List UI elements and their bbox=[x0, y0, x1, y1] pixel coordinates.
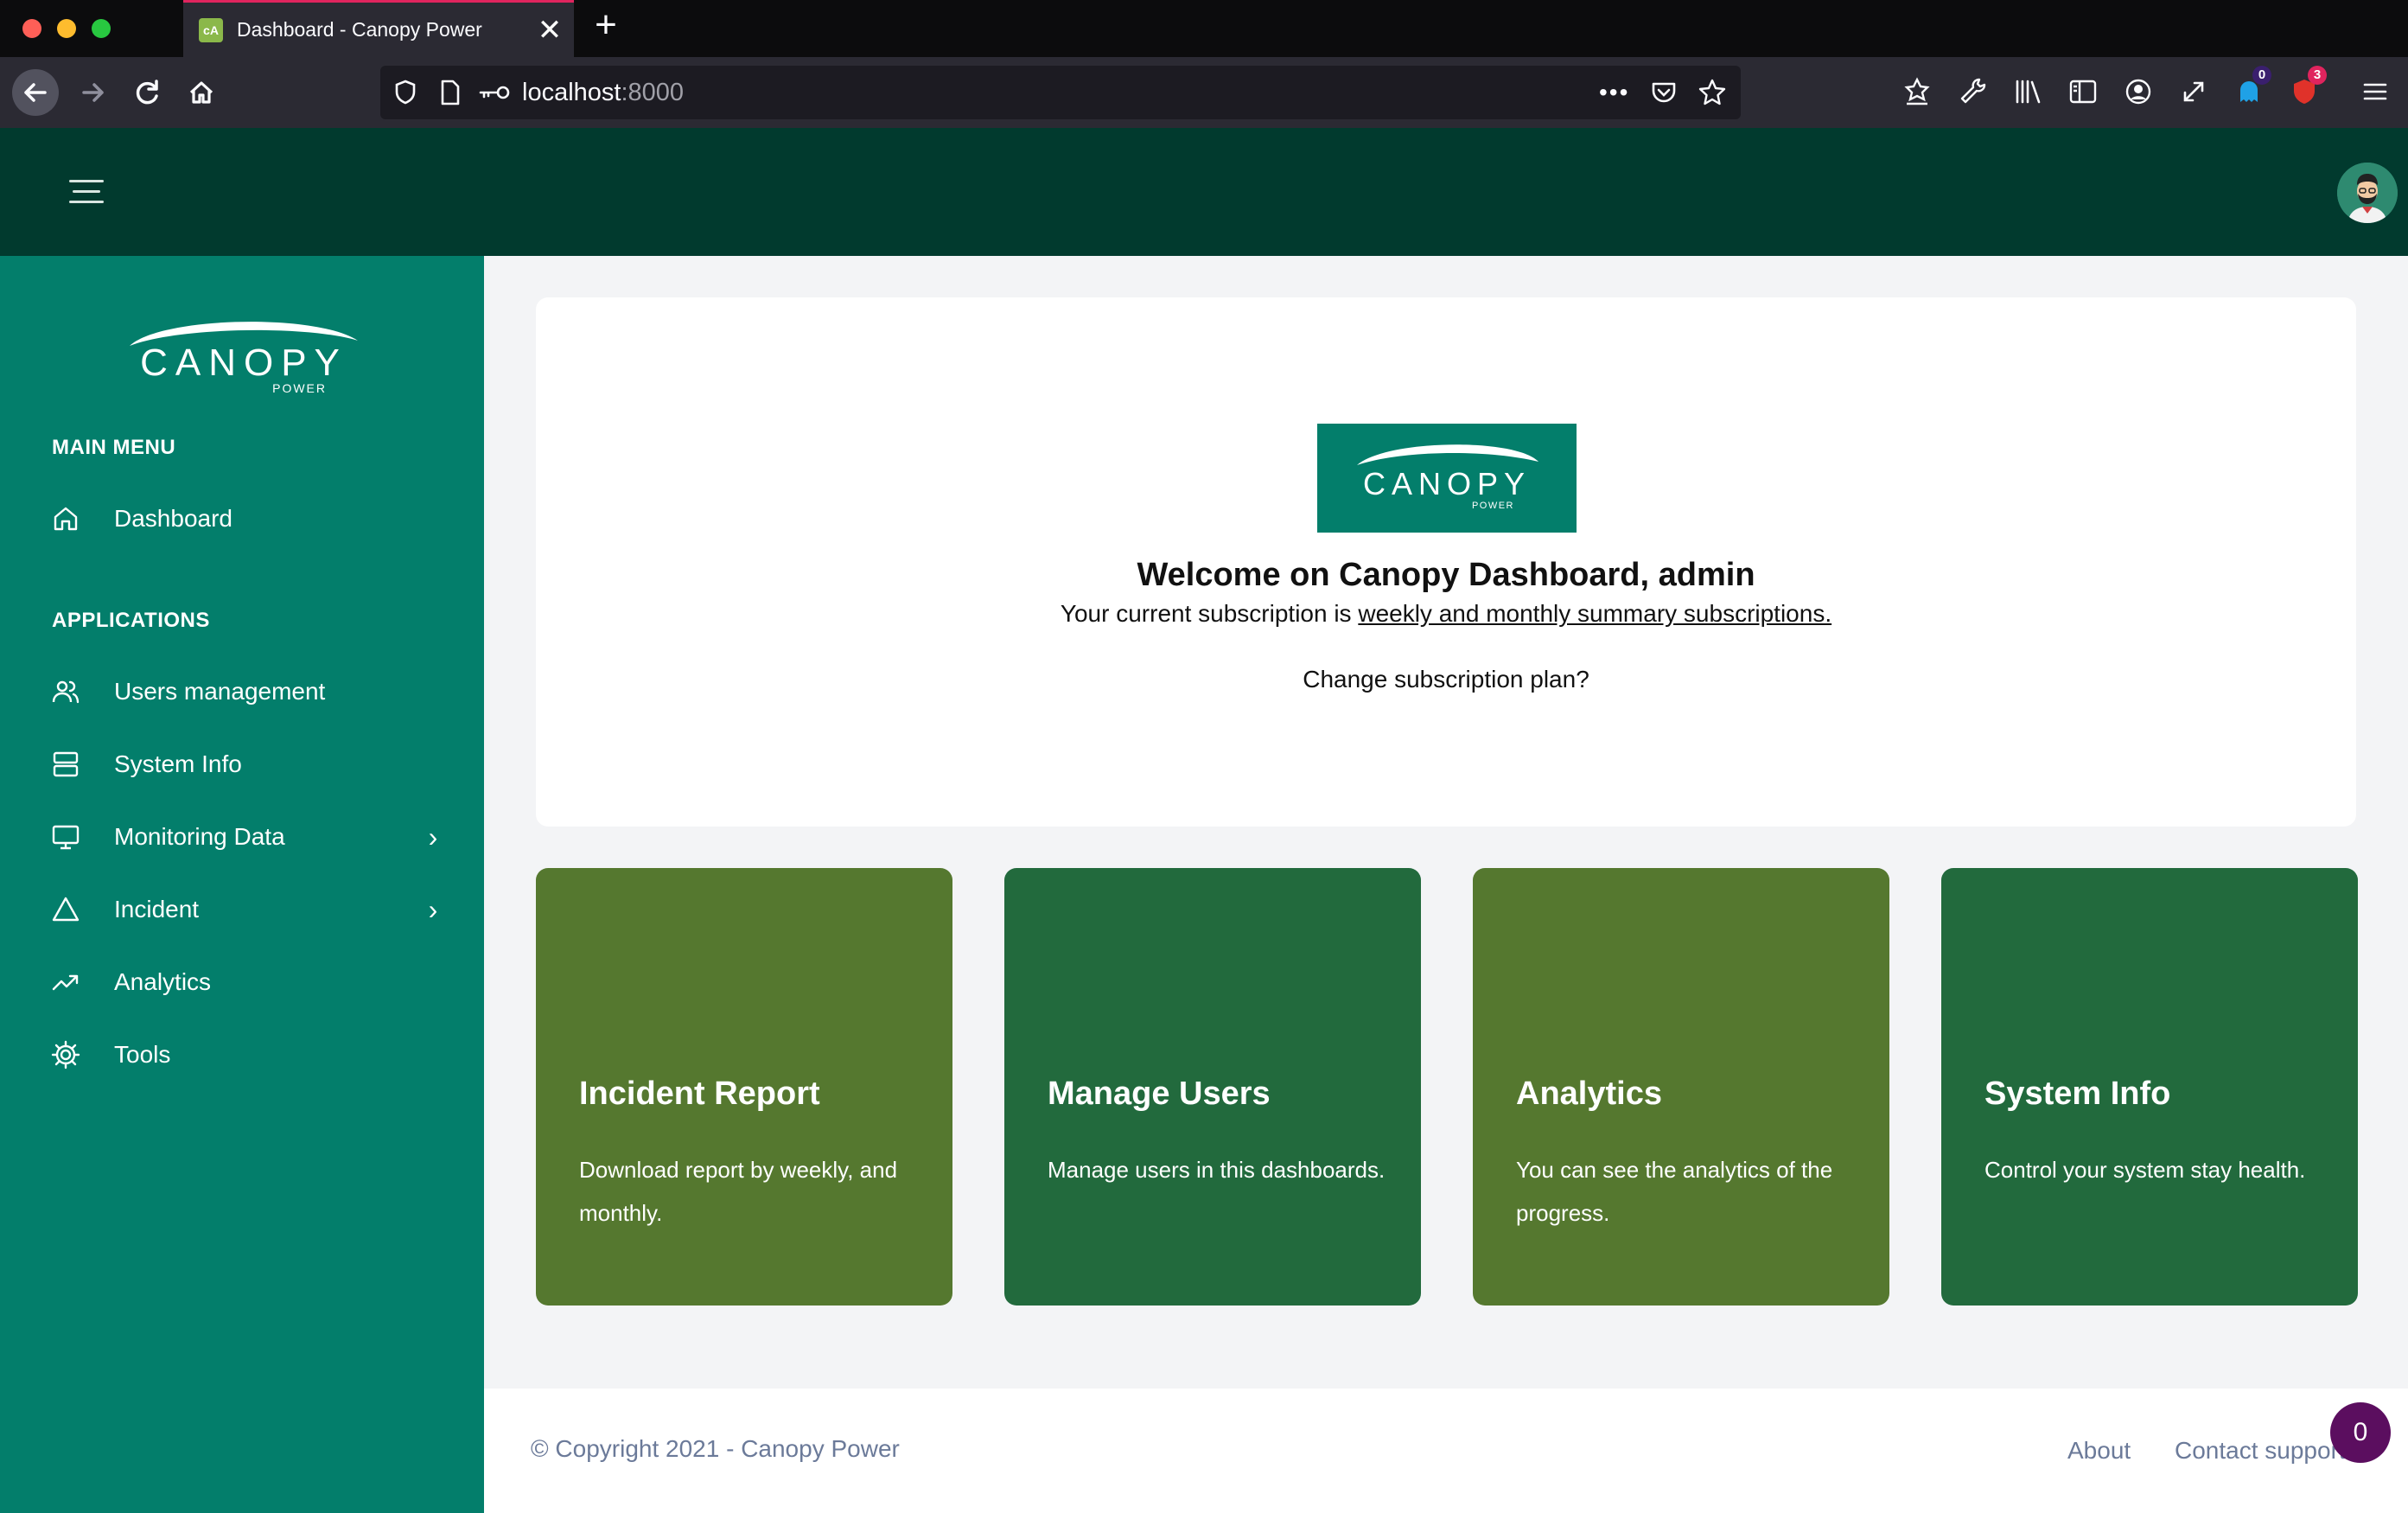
trending-icon bbox=[48, 965, 83, 999]
contact-support-link[interactable]: Contact support bbox=[2175, 1437, 2346, 1465]
account-icon[interactable] bbox=[2119, 74, 2157, 118]
monitor-icon bbox=[48, 820, 83, 854]
main-content: CANOPY POWER Welcome on Canopy Dashboard… bbox=[484, 256, 2408, 1513]
reload-icon bbox=[136, 80, 158, 105]
sidebar-item-label: Analytics bbox=[114, 968, 212, 995]
applications-heading: APPLICATIONS bbox=[52, 609, 210, 632]
new-tab-button[interactable]: + bbox=[584, 3, 627, 47]
card-title: System Info bbox=[1984, 1076, 2171, 1112]
sidebar-toggle-icon[interactable] bbox=[2064, 74, 2102, 118]
extension-shield-icon[interactable]: 3 bbox=[2285, 66, 2327, 118]
main-menu-heading: MAIN MENU bbox=[52, 436, 176, 459]
chevron-right-icon[interactable]: › bbox=[420, 821, 446, 853]
users-icon bbox=[48, 674, 83, 709]
chat-widget-button[interactable]: 0 bbox=[2330, 1402, 2391, 1463]
card-incident-report[interactable]: Incident Report Download report by weekl… bbox=[536, 868, 952, 1306]
sidebar-item-monitoring-data[interactable]: Monitoring Data › bbox=[48, 811, 446, 863]
change-plan-link[interactable]: Change subscription plan? bbox=[536, 666, 2356, 693]
wrench-icon[interactable] bbox=[1953, 74, 1991, 118]
subscription-prefix: Your current subscription is bbox=[1060, 600, 1352, 627]
welcome-panel: CANOPY POWER Welcome on Canopy Dashboard… bbox=[536, 297, 2356, 827]
minimize-window-button[interactable] bbox=[57, 19, 76, 38]
home-button[interactable] bbox=[180, 71, 223, 114]
card-analytics[interactable]: Analytics You can see the analytics of t… bbox=[1473, 868, 1889, 1306]
svg-text:POWER: POWER bbox=[272, 381, 327, 395]
library-icon[interactable] bbox=[2009, 74, 2047, 118]
fullscreen-icon[interactable] bbox=[2175, 74, 2213, 118]
card-manage-users[interactable]: Manage Users Manage users in this dashbo… bbox=[1004, 868, 1421, 1306]
card-title: Incident Report bbox=[579, 1076, 820, 1112]
sidebar-item-tools[interactable]: Tools bbox=[48, 1029, 446, 1081]
favicon-icon: cA bbox=[199, 17, 223, 42]
card-title: Analytics bbox=[1516, 1076, 1662, 1112]
forward-button[interactable] bbox=[71, 71, 114, 114]
warning-icon bbox=[48, 892, 83, 927]
server-icon bbox=[48, 747, 83, 782]
sidebar-item-dashboard[interactable]: Dashboard bbox=[48, 493, 446, 545]
sidebar-item-label: Monitoring Data bbox=[114, 823, 285, 850]
welcome-logo: CANOPY POWER bbox=[1317, 424, 1577, 533]
tab-title: Dashboard - Canopy Power bbox=[237, 18, 482, 41]
sidebar-item-label: System Info bbox=[114, 750, 242, 777]
extension-ghost-icon[interactable]: 0 bbox=[2230, 66, 2271, 118]
app-header bbox=[0, 128, 2408, 256]
user-avatar[interactable] bbox=[2337, 163, 2398, 223]
tab-dashboard[interactable]: cA Dashboard - Canopy Power ✕ bbox=[183, 0, 574, 57]
svg-text:CANOPY: CANOPY bbox=[1363, 466, 1531, 501]
sidebar-item-analytics[interactable]: Analytics bbox=[48, 956, 446, 1008]
card-description: You can see the analytics of the progres… bbox=[1516, 1157, 1833, 1226]
page-icon bbox=[439, 78, 462, 114]
card-description: Manage users in this dashboards. bbox=[1048, 1157, 1386, 1183]
svg-text:POWER: POWER bbox=[1472, 501, 1514, 511]
menu-toggle-icon[interactable] bbox=[69, 180, 104, 204]
card-description: Control your system stay health. bbox=[1984, 1157, 2306, 1183]
app-menu-icon[interactable] bbox=[2356, 74, 2394, 118]
key-icon[interactable] bbox=[477, 78, 512, 114]
arrow-left-icon bbox=[24, 83, 47, 102]
footer: © Copyright 2021 - Canopy Power About Co… bbox=[484, 1389, 2408, 1513]
home-icon bbox=[48, 501, 83, 536]
home-icon bbox=[189, 81, 213, 104]
tab-bar: cA Dashboard - Canopy Power ✕ + bbox=[0, 0, 2408, 57]
sidebar-item-label: Incident bbox=[114, 896, 200, 922]
copyright-text: © Copyright 2021 - Canopy Power bbox=[531, 1435, 900, 1462]
sidebar-item-label: Dashboard bbox=[114, 505, 233, 532]
navigation-bar: localhost:8000 ••• 0 3 bbox=[0, 57, 2408, 128]
maximize-window-button[interactable] bbox=[92, 19, 111, 38]
svg-text:CANOPY: CANOPY bbox=[140, 342, 347, 384]
arrow-right-icon bbox=[82, 83, 104, 102]
browser-window: cA Dashboard - Canopy Power ✕ + localhos… bbox=[0, 0, 2408, 1513]
close-window-button[interactable] bbox=[22, 19, 41, 38]
back-button[interactable] bbox=[12, 69, 59, 116]
extension-badge-a: 0 bbox=[2252, 66, 2271, 85]
url-text[interactable]: localhost:8000 bbox=[522, 78, 684, 107]
reload-button[interactable] bbox=[126, 71, 169, 114]
page-actions-icon[interactable]: ••• bbox=[1599, 78, 1629, 107]
chevron-right-icon[interactable]: › bbox=[420, 894, 446, 926]
subscription-link[interactable]: weekly and monthly summary subscriptions… bbox=[1358, 600, 1831, 627]
sidebar-item-label: Tools bbox=[114, 1041, 171, 1068]
close-tab-icon[interactable]: ✕ bbox=[532, 13, 567, 48]
sidebar-item-incident[interactable]: Incident › bbox=[48, 884, 446, 935]
shield-icon[interactable] bbox=[392, 78, 418, 114]
subscription-text: Your current subscription is weekly and … bbox=[536, 600, 2356, 628]
sidebar: CANOPY POWER MAIN MENU Dashboard APPLICA… bbox=[0, 256, 484, 1513]
bookmark-star-icon[interactable] bbox=[1698, 78, 1727, 114]
bookmarks-toolbar-icon[interactable] bbox=[1898, 74, 1936, 118]
sidebar-item-users-management[interactable]: Users management bbox=[48, 666, 446, 718]
extension-badge-b: 3 bbox=[2308, 66, 2327, 85]
card-description: Download report by weekly, and monthly. bbox=[579, 1157, 898, 1226]
welcome-title: Welcome on Canopy Dashboard, admin bbox=[1137, 557, 1755, 593]
sidebar-item-label: Users management bbox=[114, 678, 326, 705]
address-bar[interactable]: localhost:8000 ••• bbox=[380, 66, 1741, 119]
card-system-info[interactable]: System Info Control your system stay hea… bbox=[1941, 868, 2358, 1306]
canopy-logo[interactable]: CANOPY POWER bbox=[126, 311, 361, 398]
pocket-icon[interactable] bbox=[1649, 78, 1679, 114]
gear-icon bbox=[48, 1037, 83, 1072]
sidebar-item-system-info[interactable]: System Info bbox=[48, 738, 446, 790]
card-title: Manage Users bbox=[1048, 1076, 1271, 1112]
about-link[interactable]: About bbox=[2067, 1437, 2131, 1465]
